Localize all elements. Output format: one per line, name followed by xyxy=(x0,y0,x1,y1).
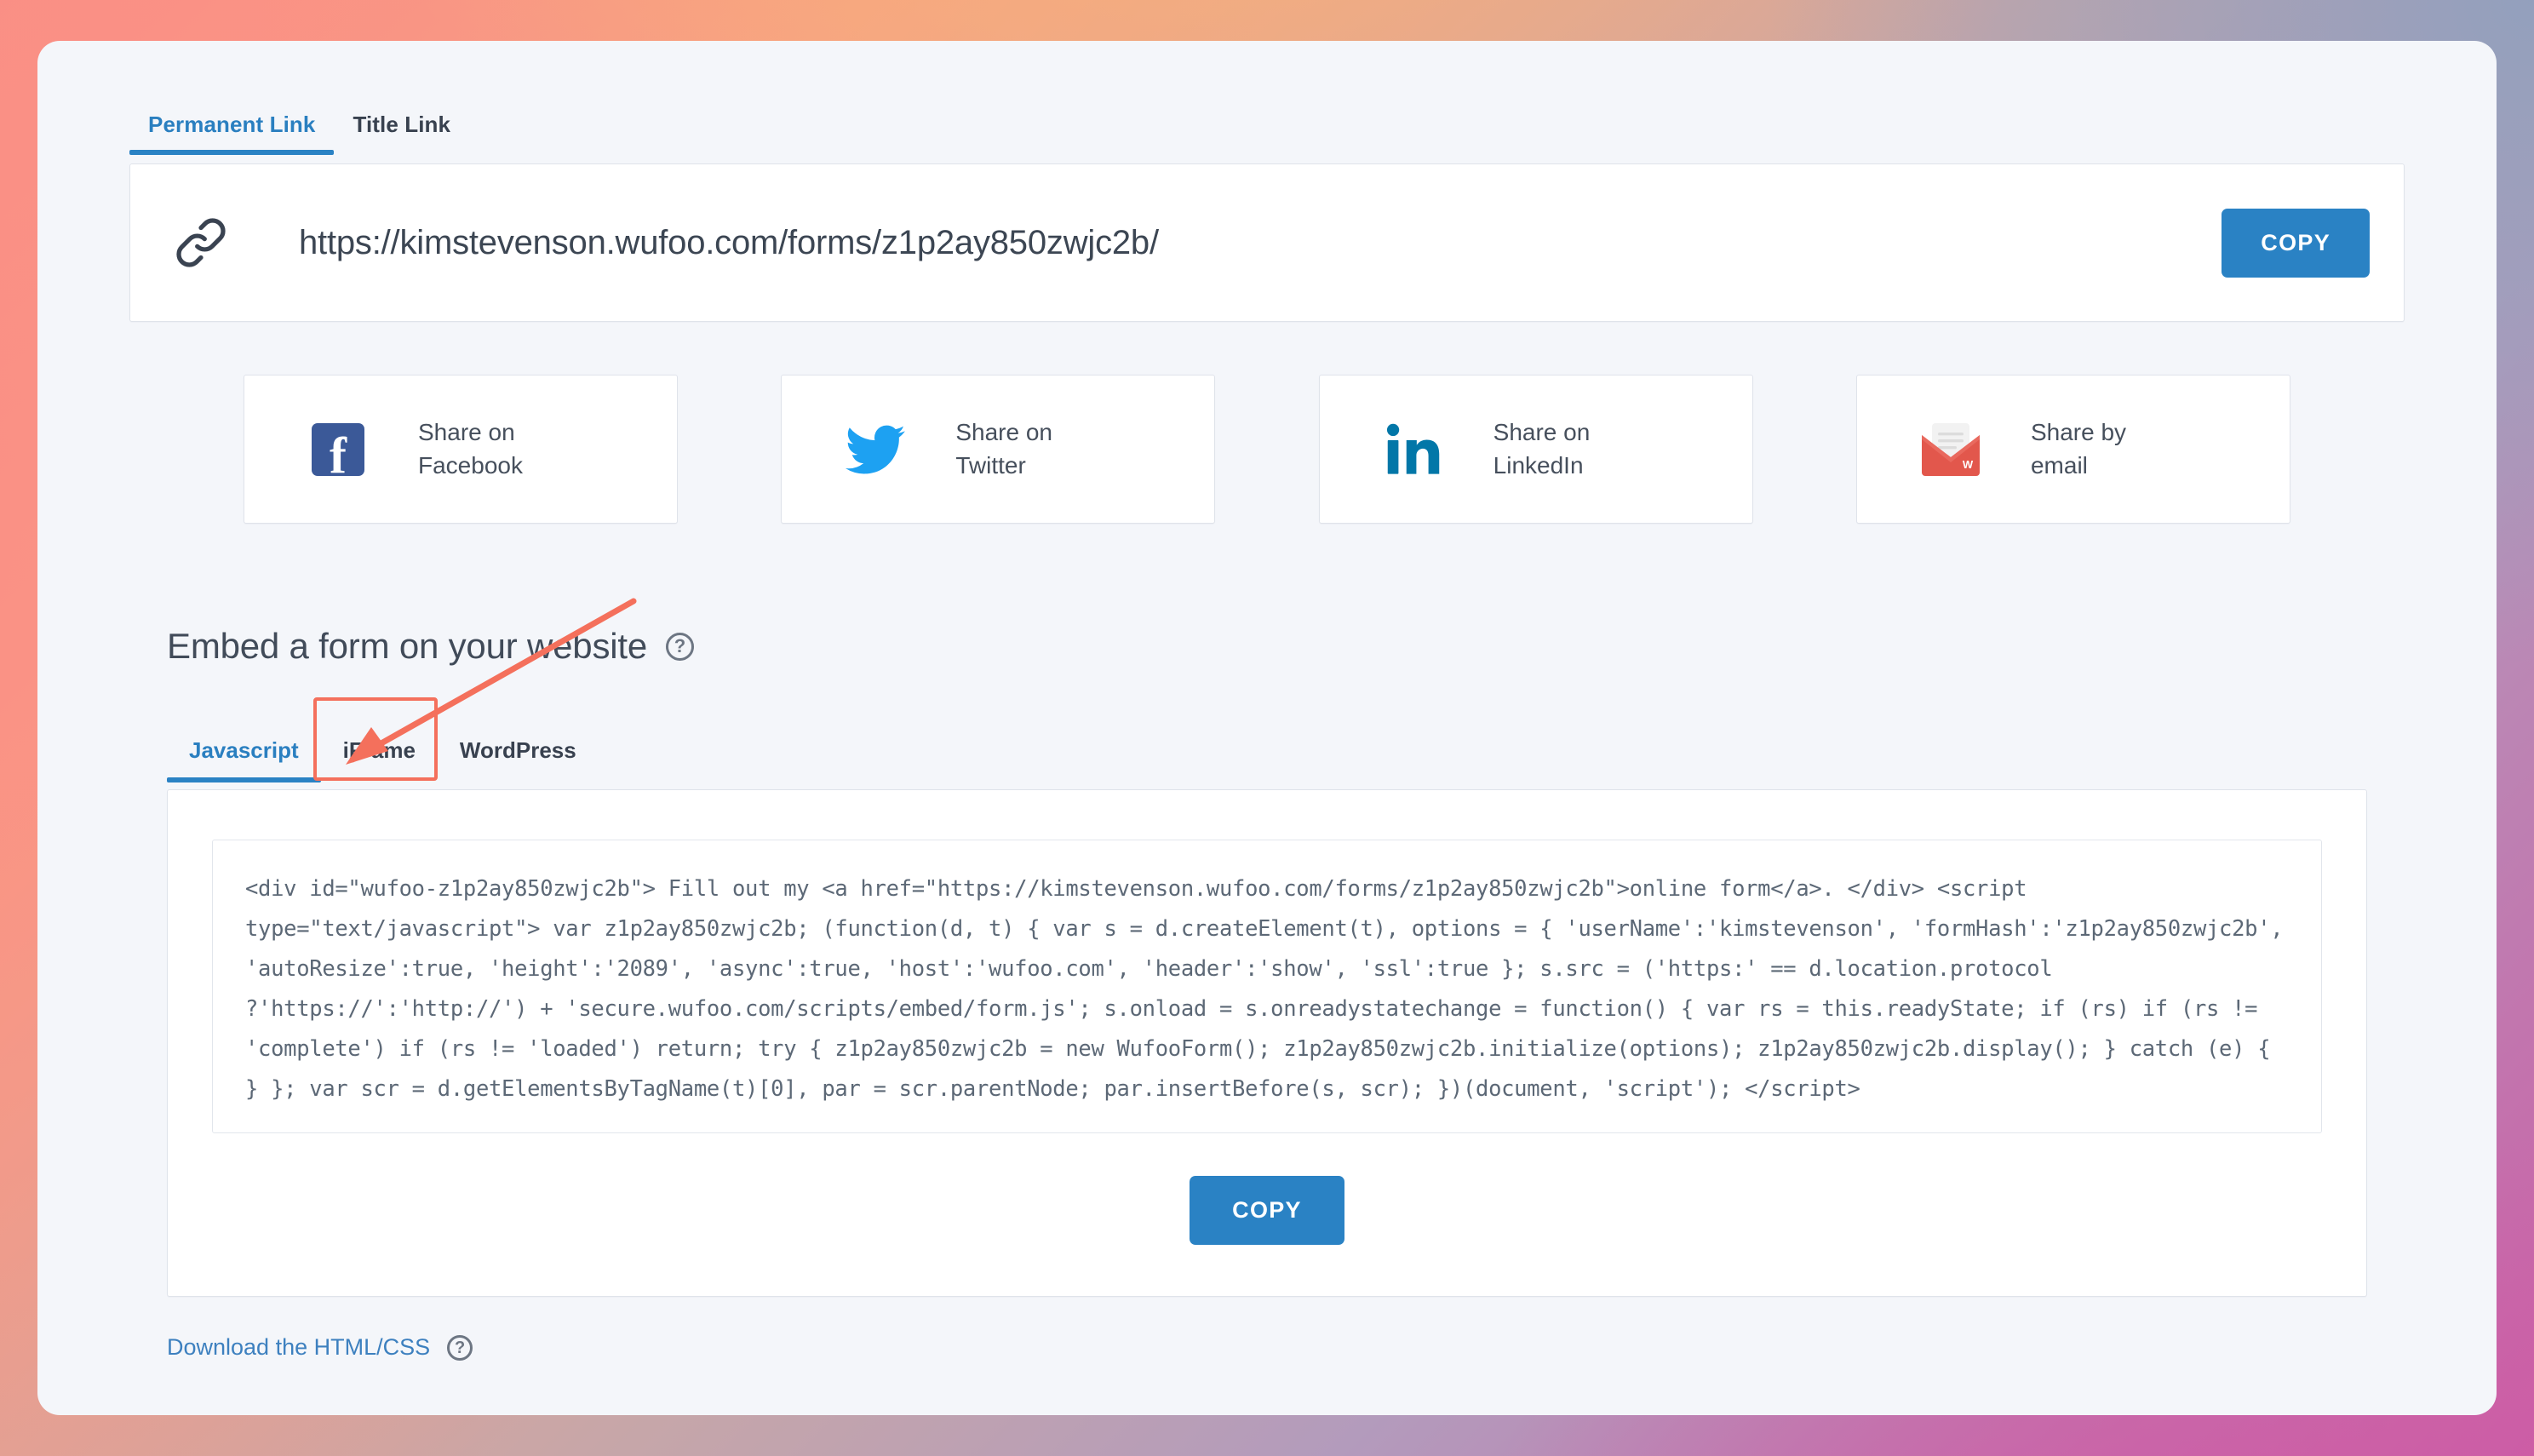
permanent-link-url[interactable]: https://kimstevenson.wufoo.com/forms/z1p… xyxy=(299,224,2222,262)
link-type-tabs: Permanent Link Title Link xyxy=(129,94,2497,155)
share-on-facebook-button[interactable]: Share on Facebook xyxy=(244,375,678,524)
tab-title-link[interactable]: Title Link xyxy=(334,112,469,155)
share-on-linkedin-label: Share on LinkedIn xyxy=(1493,418,1591,479)
help-icon[interactable]: ? xyxy=(447,1334,473,1361)
embed-title: Embed a form on your website xyxy=(167,626,648,666)
card-inner: Permanent Link Title Link https://kimste… xyxy=(37,41,2497,1415)
tab-permanent-link[interactable]: Permanent Link xyxy=(129,112,335,155)
embed-section-heading: Embed a form on your website ? xyxy=(167,626,2497,667)
download-html-css-link[interactable]: Download the HTML/CSS xyxy=(167,1334,430,1361)
facebook-icon xyxy=(306,422,370,481)
svg-text:W: W xyxy=(1963,458,1974,471)
footer-row: Download the HTML/CSS ? xyxy=(167,1334,2497,1361)
share-by-email-label: Share by email xyxy=(2030,418,2127,479)
permanent-link-panel: https://kimstevenson.wufoo.com/forms/z1p… xyxy=(129,163,2405,322)
tab-iframe[interactable]: iFrame xyxy=(321,737,438,782)
copy-link-button[interactable]: COPY xyxy=(2222,208,2370,278)
tab-javascript[interactable]: Javascript xyxy=(167,737,321,782)
help-icon[interactable]: ? xyxy=(666,632,695,661)
linkedin-icon xyxy=(1381,421,1446,478)
share-on-facebook-label: Share on Facebook xyxy=(418,418,523,479)
embed-type-tabs: Javascript iFrame WordPress xyxy=(167,697,2497,782)
embed-code-box[interactable]: <div id="wufoo-z1p2ay850zwjc2b"> Fill ou… xyxy=(212,840,2322,1134)
share-buttons-row: Share on Facebook Share on Twitter xyxy=(244,375,2290,524)
share-on-linkedin-button[interactable]: Share on LinkedIn xyxy=(1318,375,1753,524)
embed-code-panel: <div id="wufoo-z1p2ay850zwjc2b"> Fill ou… xyxy=(167,789,2367,1298)
tab-wordpress[interactable]: WordPress xyxy=(438,737,599,782)
share-by-email-button[interactable]: W Share by email xyxy=(1855,375,2290,524)
link-icon xyxy=(168,209,234,276)
share-form-card: Permanent Link Title Link https://kimste… xyxy=(37,41,2497,1415)
embed-code-text: <div id="wufoo-z1p2ay850zwjc2b"> Fill ou… xyxy=(245,876,2296,1102)
embed-copy-row: COPY xyxy=(212,1176,2322,1246)
email-icon: W xyxy=(1918,421,1983,478)
twitter-icon xyxy=(843,420,908,479)
copy-embed-code-button[interactable]: COPY xyxy=(1190,1176,1344,1246)
share-on-twitter-label: Share on Twitter xyxy=(955,418,1052,479)
share-on-twitter-button[interactable]: Share on Twitter xyxy=(781,375,1216,524)
